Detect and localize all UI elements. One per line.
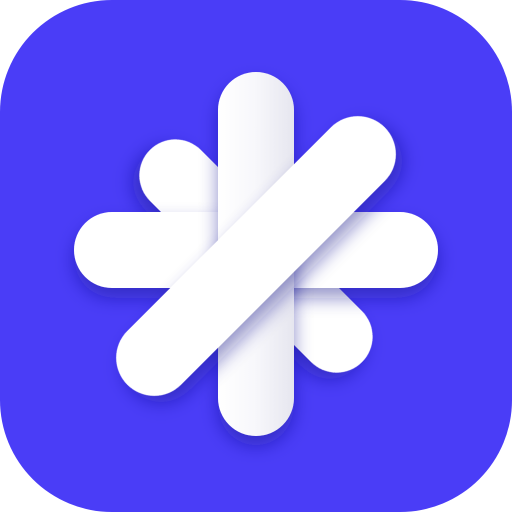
app-icon (0, 0, 512, 512)
asterisk-icon (74, 72, 438, 436)
